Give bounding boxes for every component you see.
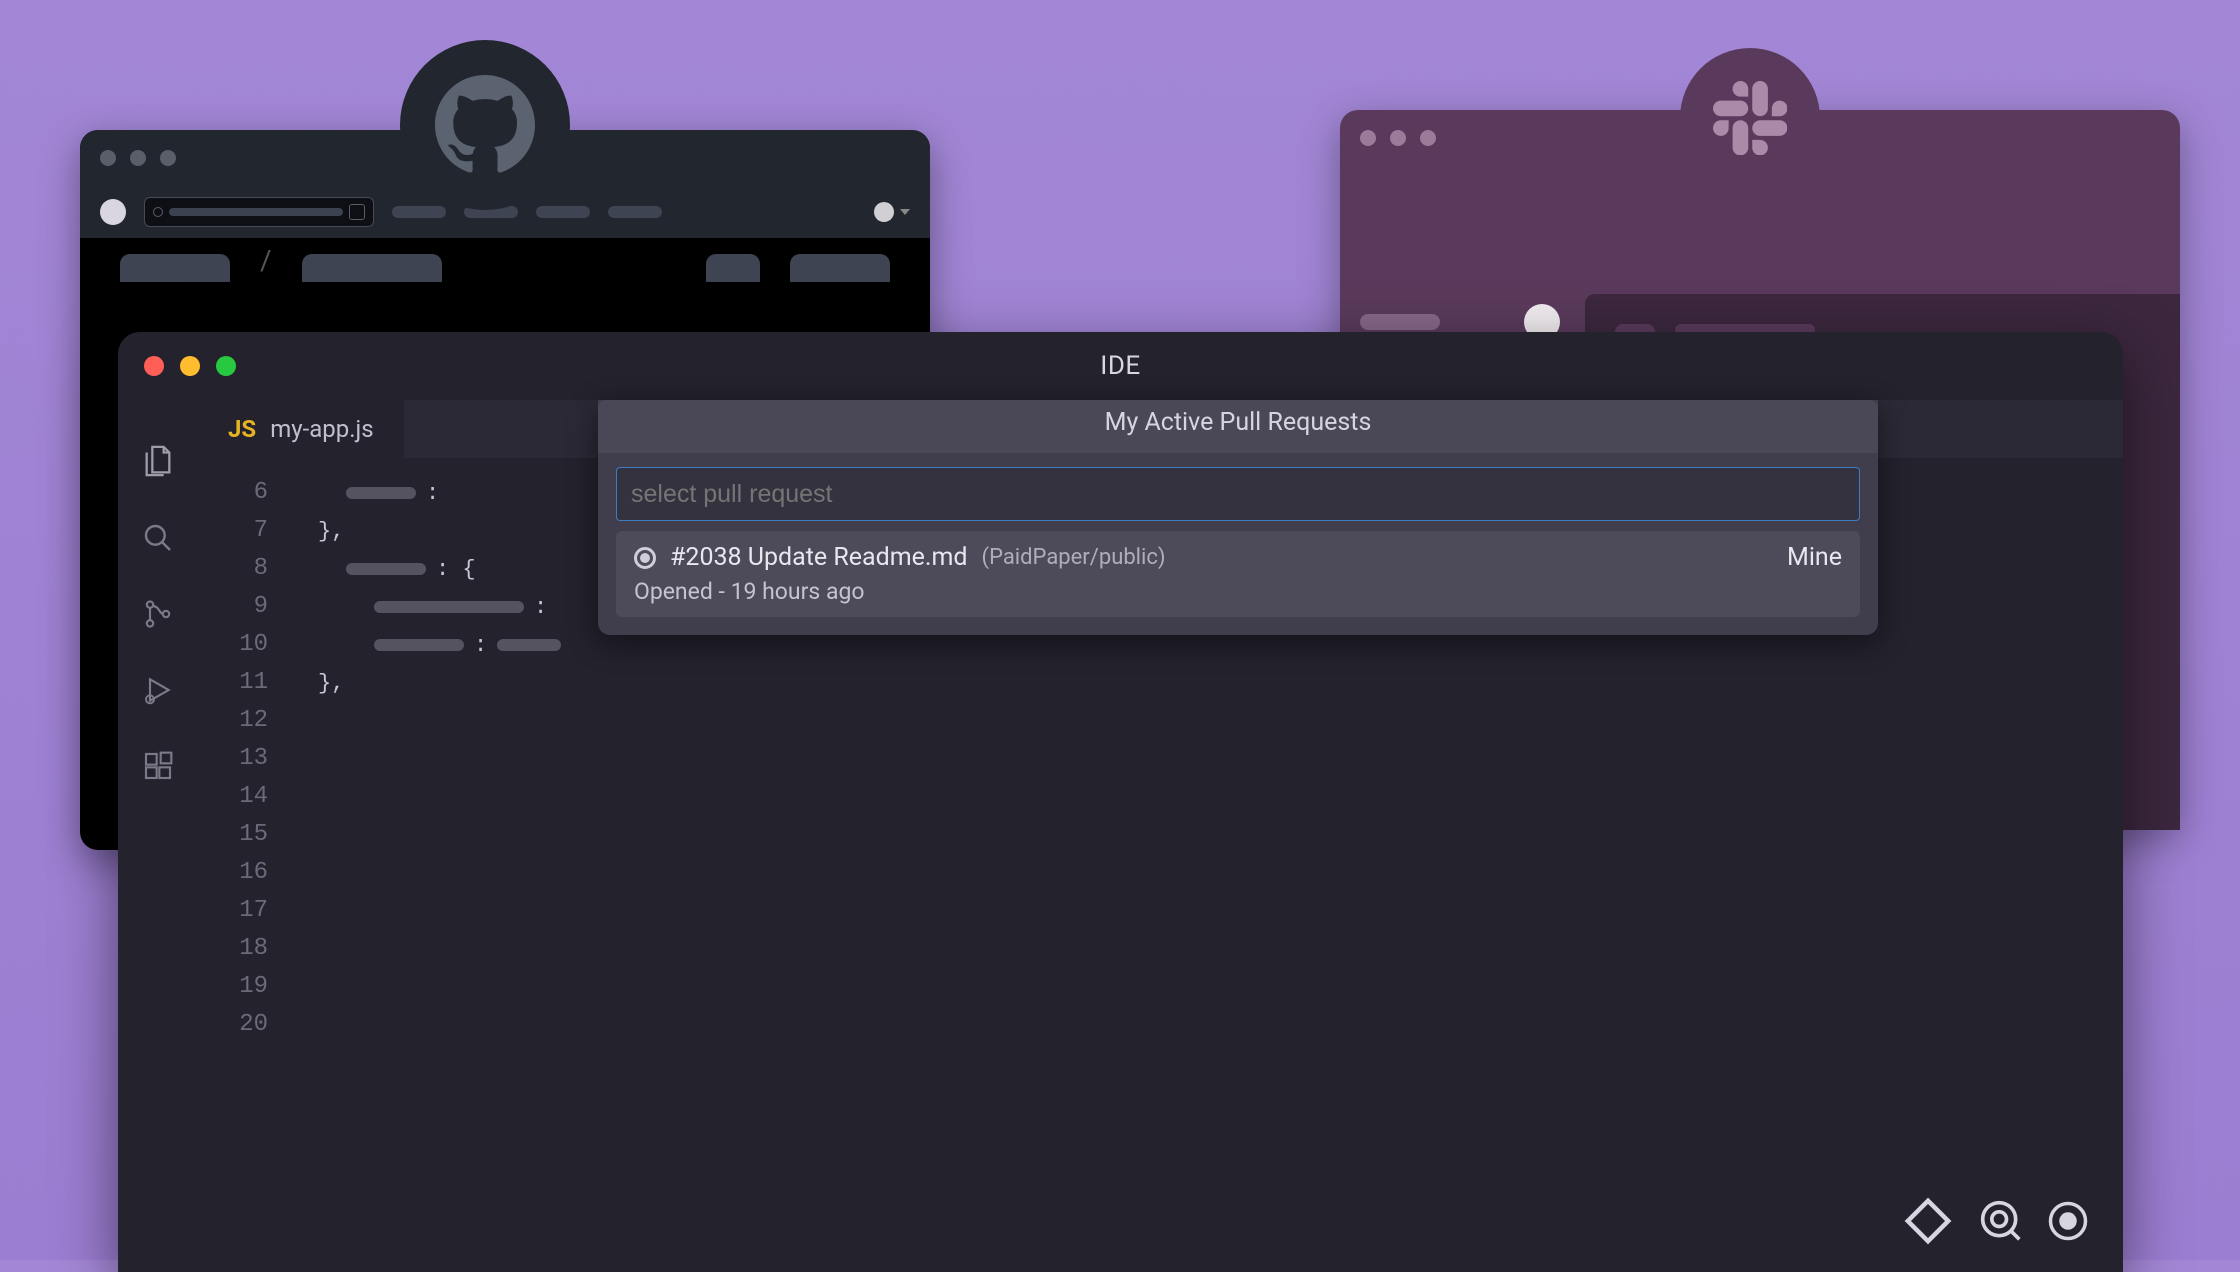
pull-request-palette: My Active Pull Requests #2038 Update Rea… — [598, 400, 1878, 635]
gh-tab[interactable] — [790, 254, 890, 282]
palette-title: My Active Pull Requests — [598, 400, 1878, 453]
pr-badge: Mine — [1787, 543, 1842, 572]
ide-traffic-max[interactable] — [216, 356, 236, 376]
gh-tab[interactable] — [706, 254, 760, 282]
search-icon[interactable] — [142, 522, 174, 554]
gh-traffic-max[interactable] — [160, 150, 176, 166]
gh-tab[interactable] — [302, 254, 442, 282]
gh-avatar[interactable] — [100, 199, 126, 225]
diamond-icon[interactable] — [1901, 1194, 1955, 1248]
gh-user-avatar[interactable] — [874, 202, 894, 222]
pr-status-icon — [634, 547, 656, 569]
source-control-icon[interactable] — [142, 598, 174, 630]
record-icon[interactable] — [2047, 1200, 2089, 1242]
pr-repo: (PaidPaper/public) — [982, 545, 1166, 570]
gh-traffic-min[interactable] — [130, 150, 146, 166]
slack-icon — [1713, 81, 1787, 155]
zoom-icon[interactable] — [1979, 1199, 2023, 1243]
ide-traffic-close[interactable] — [144, 356, 164, 376]
gh-tab[interactable] — [120, 254, 230, 282]
pr-result[interactable]: #2038 Update Readme.md (PaidPaper/public… — [616, 531, 1860, 617]
extensions-icon[interactable] — [142, 750, 174, 782]
js-file-icon: JS — [228, 415, 256, 443]
slack-badge — [1680, 48, 1820, 188]
sl-traffic-max[interactable] — [1420, 130, 1436, 146]
file-tab[interactable]: JS my-app.js — [198, 400, 404, 458]
gh-nav-item[interactable] — [608, 206, 662, 218]
sl-traffic-min[interactable] — [1390, 130, 1406, 146]
gh-traffic-close[interactable] — [100, 150, 116, 166]
gh-nav-item[interactable] — [536, 206, 590, 218]
statusbar-icons — [1901, 1194, 2089, 1248]
slack-workspace[interactable] — [1360, 314, 1440, 330]
gh-search[interactable] — [144, 197, 374, 227]
chevron-down-icon[interactable] — [900, 209, 910, 215]
pr-subtitle: Opened - 19 hours ago — [634, 578, 1842, 605]
run-debug-icon[interactable] — [142, 674, 174, 706]
pr-title: #2038 Update Readme.md — [670, 543, 968, 572]
palette-input[interactable] — [616, 467, 1860, 521]
line-gutter: 67891011121314151617181920 — [198, 474, 268, 1044]
file-name: my-app.js — [270, 415, 374, 443]
ide-traffic-min[interactable] — [180, 356, 200, 376]
ide-window: IDE JS my-app.js 67891011121314151617181… — [118, 332, 2123, 1272]
ide-title: IDE — [1100, 351, 1140, 381]
activity-bar — [118, 400, 198, 1272]
github-icon — [435, 75, 535, 175]
sl-traffic-close[interactable] — [1360, 130, 1376, 146]
files-icon[interactable] — [141, 444, 175, 478]
ide-titlebar: IDE — [118, 332, 2123, 400]
github-tabs: / — [80, 238, 930, 282]
github-badge — [400, 40, 570, 210]
gh-nav-item[interactable] — [392, 206, 446, 218]
